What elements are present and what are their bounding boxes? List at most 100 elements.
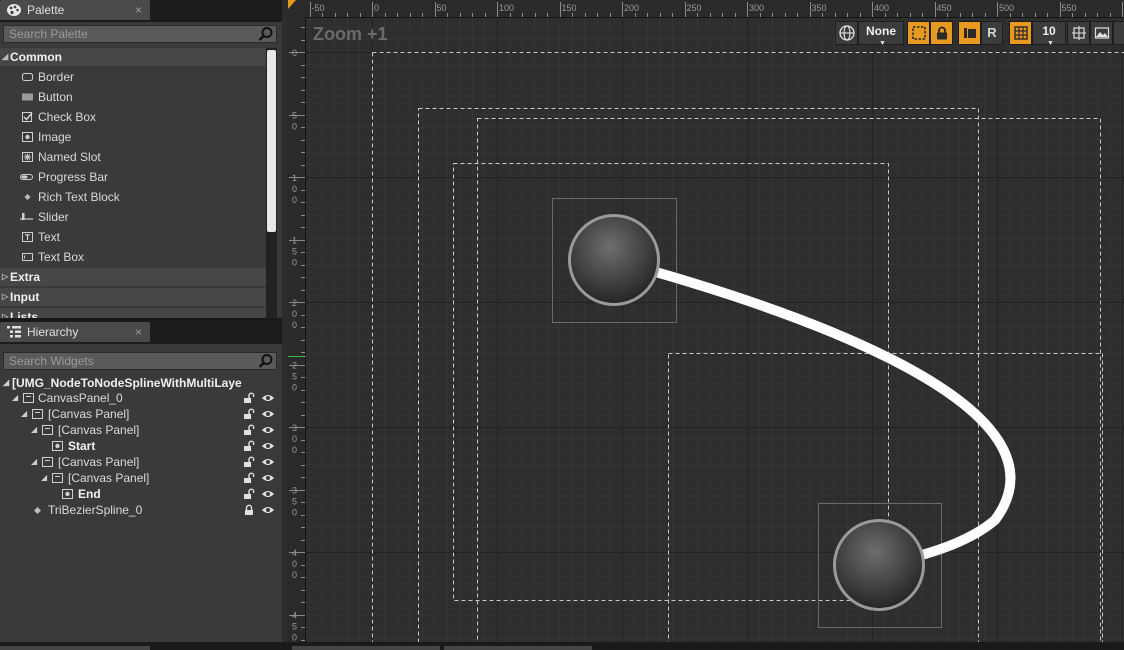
named-slot-icon — [22, 152, 33, 162]
palette-item-image[interactable]: Image — [0, 127, 264, 147]
visibility-eye-icon[interactable] — [261, 409, 275, 419]
palette-item-label: Button — [38, 90, 73, 104]
hierarchy-row-canvaspanel-0[interactable]: ◢ CanvasPanel_0 — [0, 390, 280, 406]
unlocked-icon[interactable] — [243, 456, 255, 468]
designer-canvas[interactable]: -500501001502002503003504004505005506 05… — [288, 0, 1124, 642]
palette-item-slider[interactable]: Slider — [0, 207, 264, 227]
locked-icon[interactable] — [243, 504, 255, 516]
palette-item-border[interactable]: Border — [0, 67, 264, 87]
text-box-icon — [22, 253, 33, 261]
toolbar-overflow[interactable] — [1113, 21, 1124, 45]
palette-item-label: Progress Bar — [38, 170, 109, 184]
ruler-x-label: 100 — [499, 3, 514, 13]
localization-preview-dropdown[interactable]: None ▼ — [858, 21, 904, 47]
show-dashed-outline-toggle[interactable] — [907, 21, 930, 45]
search-icon[interactable] — [258, 353, 274, 369]
category-common[interactable]: ◢ Common — [0, 48, 266, 66]
palette-item-text[interactable]: Text — [0, 227, 264, 247]
grid-snap-toggle[interactable] — [1009, 21, 1032, 45]
hierarchy-row-label: [Canvas Panel] — [58, 423, 140, 437]
palette-item-label: Text — [38, 230, 61, 244]
palette-item-check-box[interactable]: Check Box — [0, 107, 264, 127]
location-grid-snap-toggle[interactable] — [958, 21, 981, 45]
snap-icon — [964, 28, 976, 38]
collapsed-triangle-icon: ▷ — [2, 312, 9, 318]
unlocked-icon[interactable] — [243, 440, 255, 452]
ruler-x-label: 550 — [1062, 3, 1077, 13]
hierarchy-search-placeholder: Search Widgets — [9, 354, 94, 368]
hierarchy-root-label: [UMG_NodeToNodeSplineWithMultiLaye — [12, 376, 242, 390]
hierarchy-row-end[interactable]: End — [0, 486, 280, 502]
palette-item-label: Border — [38, 70, 75, 84]
palette-item-button[interactable]: Button — [0, 87, 264, 107]
bottom-tab[interactable] — [0, 646, 150, 650]
zoom-to-fit-button[interactable] — [1067, 21, 1090, 45]
visibility-eye-icon[interactable] — [261, 489, 275, 499]
grid-icon — [1014, 26, 1028, 40]
bottom-tab[interactable] — [444, 646, 592, 650]
category-lists[interactable]: ▷ Lists — [0, 308, 266, 318]
palette-item-rich-text-block[interactable]: Rich Text Block — [0, 187, 264, 207]
unlocked-icon[interactable] — [243, 488, 255, 500]
start-node[interactable] — [568, 214, 660, 306]
palette-item-named-slot[interactable]: Named Slot — [0, 147, 264, 167]
collapsed-triangle-icon: ▷ — [2, 292, 9, 301]
hierarchy-tab-label: Hierarchy — [27, 325, 79, 339]
localization-preview-button[interactable] — [835, 21, 858, 45]
hierarchy-row-canvas-panel[interactable]: ◢ [Canvas Panel] — [0, 422, 280, 438]
palette-tab[interactable]: Palette × — [0, 0, 150, 20]
text-icon — [22, 232, 33, 242]
respect-locks-toggle[interactable] — [930, 21, 953, 45]
hierarchy-row-canvas-panel[interactable]: ◢ [Canvas Panel] — [0, 454, 280, 470]
hierarchy-search-input[interactable]: Search Widgets — [3, 352, 277, 370]
category-input[interactable]: ▷ Input — [0, 288, 266, 306]
checkbox-icon — [22, 112, 33, 122]
ruler-y-label: 350 — [292, 486, 297, 518]
category-extra-label: Extra — [10, 270, 41, 284]
visibility-eye-icon[interactable] — [261, 441, 275, 451]
visibility-eye-icon[interactable] — [261, 425, 275, 435]
category-extra[interactable]: ▷ Extra — [0, 268, 266, 286]
unlocked-icon[interactable] — [243, 472, 255, 484]
hierarchy-row-label: [Canvas Panel] — [48, 407, 130, 421]
unlocked-icon[interactable] — [243, 408, 255, 420]
end-node[interactable] — [833, 519, 925, 611]
canvas-panel-icon — [42, 457, 53, 467]
palette-scrollbar[interactable] — [266, 48, 277, 318]
hierarchy-row-canvas-panel[interactable]: ◢ [Canvas Panel] — [0, 470, 280, 486]
palette-item-progress-bar[interactable]: Progress Bar — [0, 167, 264, 187]
palette-scrollbar-thumb[interactable] — [267, 50, 276, 232]
palette-search-input[interactable]: Search Palette — [3, 25, 277, 43]
diamond-icon — [34, 507, 41, 514]
canvas-panel-icon — [23, 393, 34, 403]
palette-item-label: Rich Text Block — [38, 190, 120, 204]
hierarchy-tab[interactable]: Hierarchy × — [0, 322, 150, 342]
hierarchy-row-label: [Canvas Panel] — [68, 471, 150, 485]
background-image-button[interactable] — [1090, 21, 1113, 45]
hierarchy-row-canvas-panel[interactable]: ◢ [Canvas Panel] — [0, 406, 280, 422]
grid-size-dropdown[interactable]: 10 ▼ — [1032, 21, 1066, 47]
hierarchy-row-label: Start — [68, 439, 96, 453]
designer-viewport[interactable]: -500501001502002503003504004505005506 05… — [288, 0, 1124, 642]
hierarchy-row-tribezierspline[interactable]: TriBezierSpline_0 — [0, 502, 280, 518]
hierarchy-row-start[interactable]: Start — [0, 438, 280, 454]
visibility-eye-icon[interactable] — [261, 505, 275, 515]
ruler-x-label: 250 — [687, 3, 702, 13]
unlocked-icon[interactable] — [243, 424, 255, 436]
visibility-eye-icon[interactable] — [261, 473, 275, 483]
palette-close-icon[interactable]: × — [135, 0, 142, 20]
hierarchy-close-icon[interactable]: × — [135, 322, 142, 342]
expand-triangle-icon: ◢ — [41, 473, 48, 482]
search-icon[interactable] — [258, 26, 274, 42]
r-toggle[interactable]: R — [981, 21, 1003, 45]
visibility-eye-icon[interactable] — [261, 457, 275, 467]
bottom-tab[interactable] — [292, 646, 440, 650]
lock-icon — [937, 26, 947, 40]
visibility-eye-icon[interactable] — [261, 393, 275, 403]
canvas-panel-icon — [52, 473, 63, 483]
landscape-image-icon — [1094, 27, 1110, 39]
unlocked-icon[interactable] — [243, 392, 255, 404]
palette-item-text-box[interactable]: Text Box — [0, 247, 264, 267]
image-icon — [62, 489, 73, 499]
hierarchy-row-label: [Canvas Panel] — [58, 455, 140, 469]
